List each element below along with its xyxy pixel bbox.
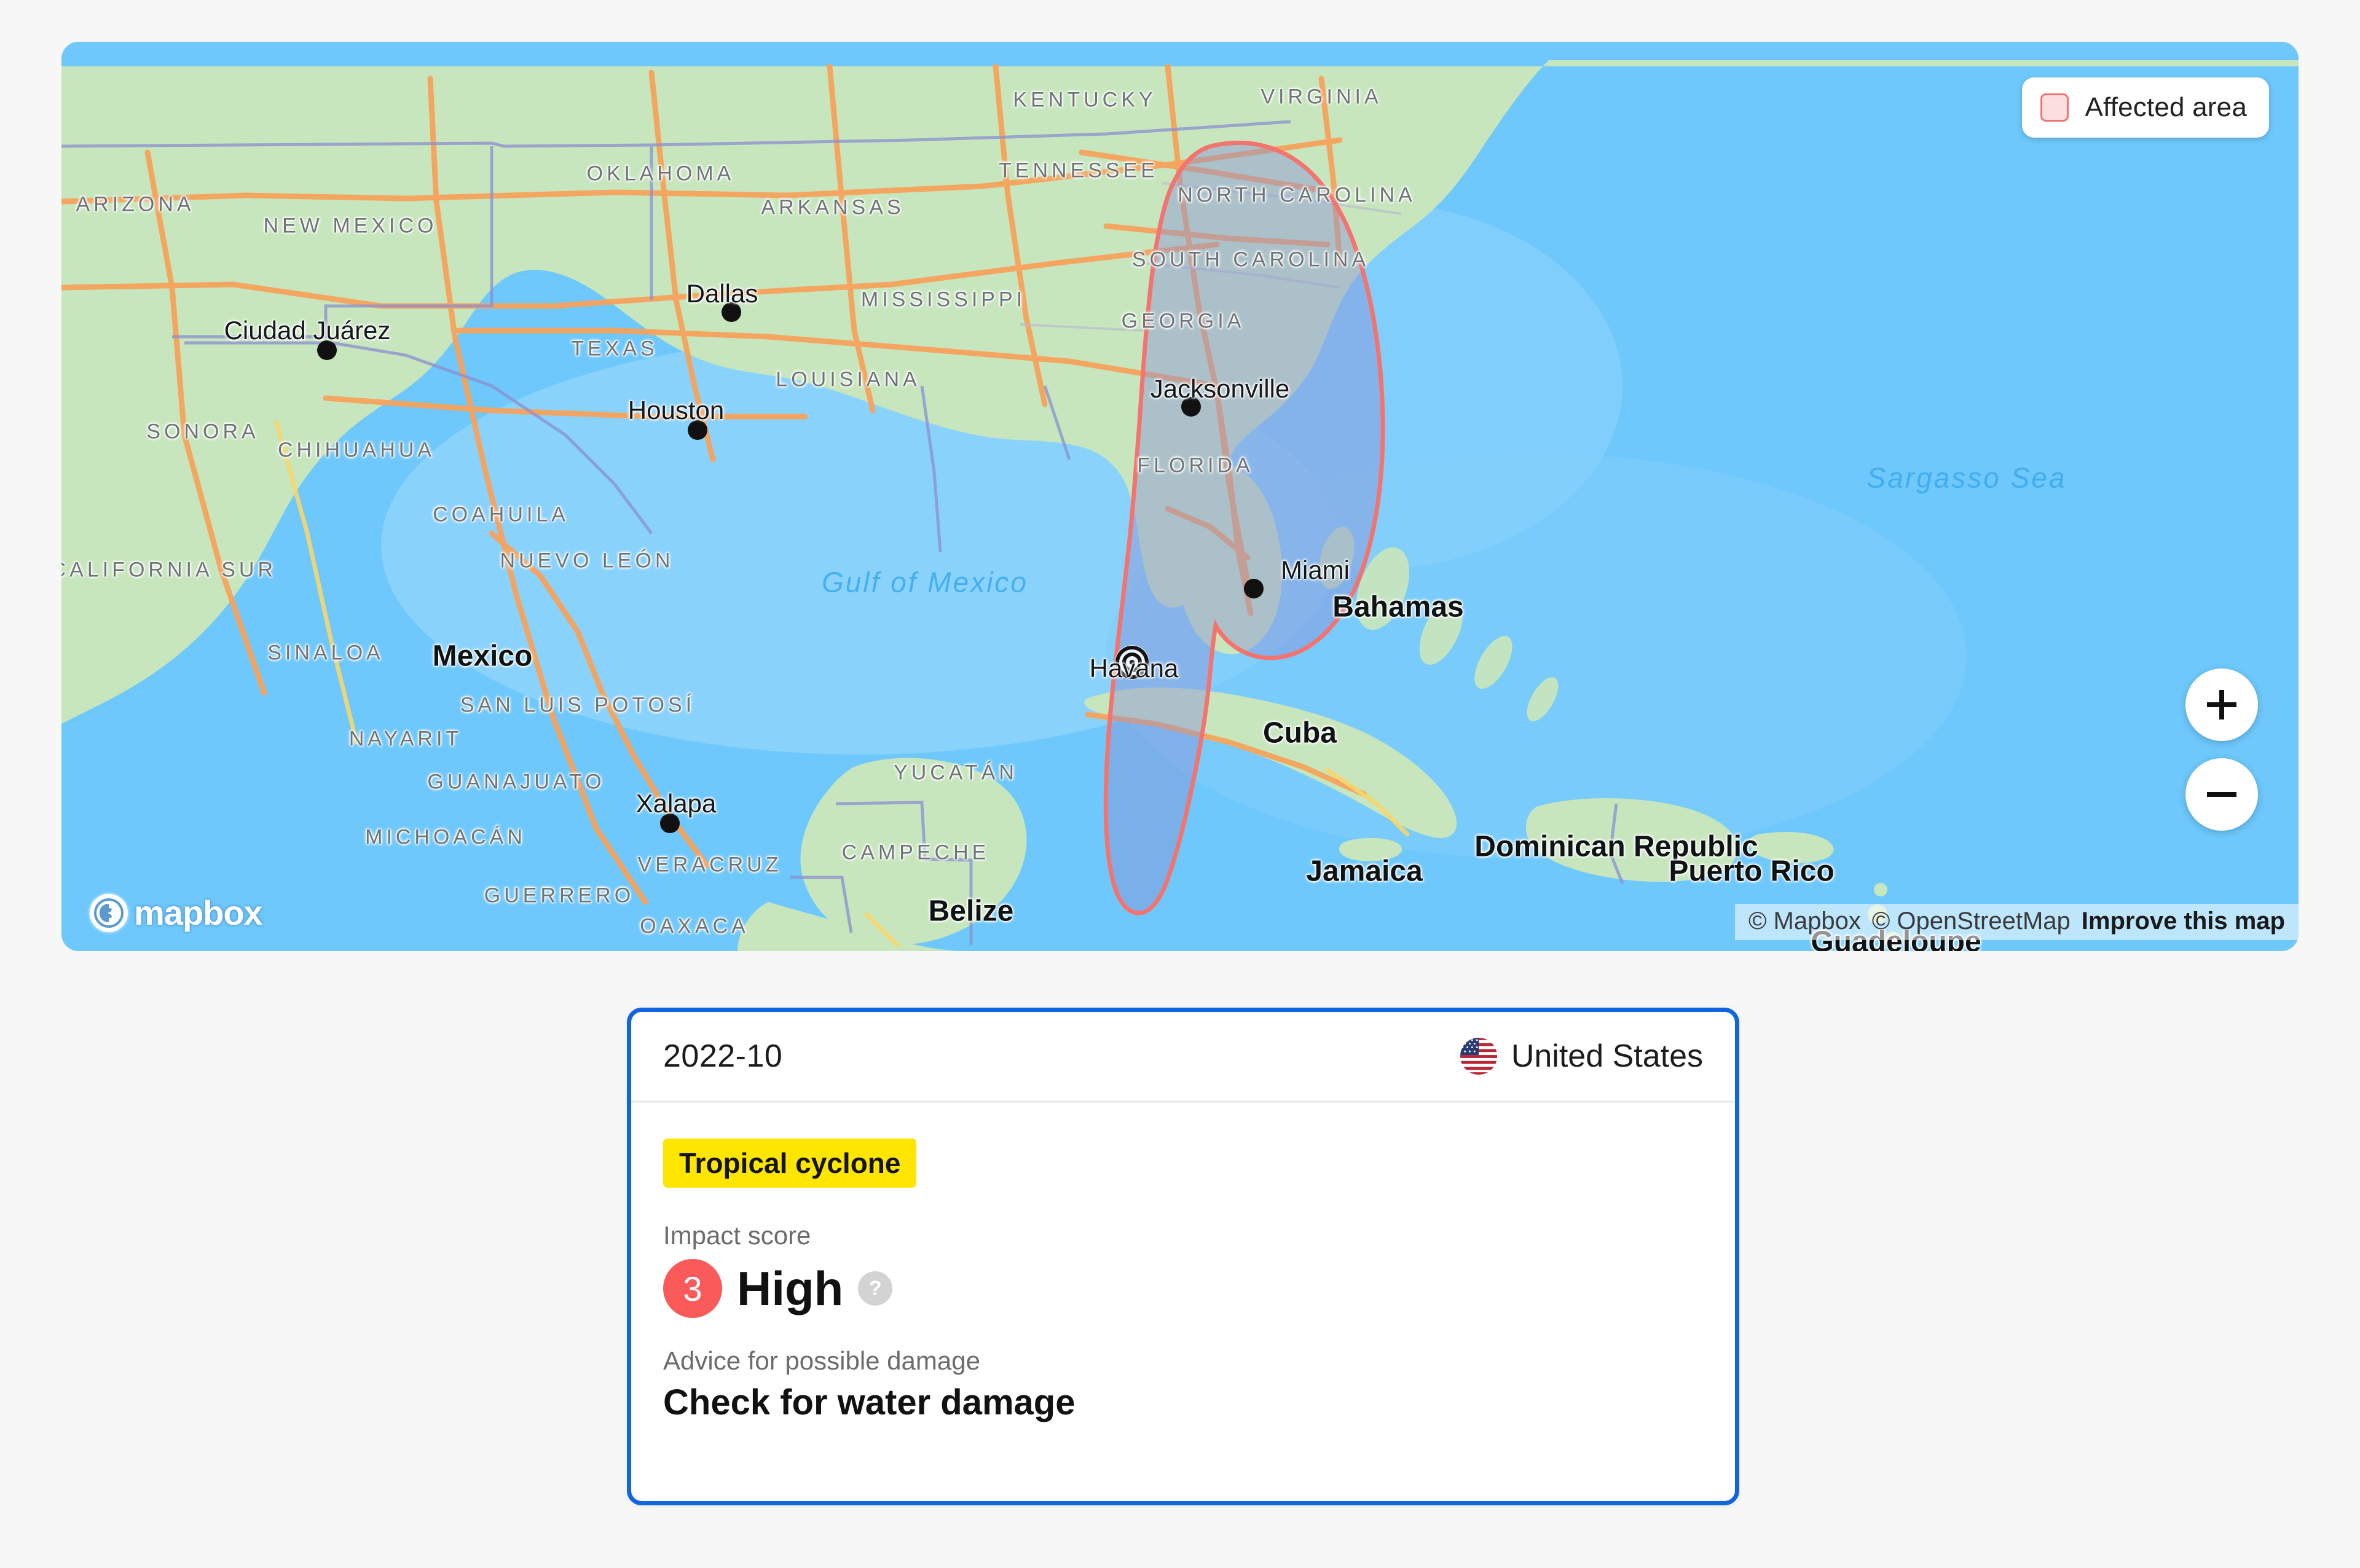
map-zoom-controls[interactable]	[2185, 668, 2258, 831]
impact-score-row: 3 High ?	[663, 1259, 1703, 1319]
zoom-out-button[interactable]	[2185, 758, 2258, 831]
advice-value: Check for water damage	[663, 1382, 1076, 1423]
mapbox-logo[interactable]: mapbox	[90, 893, 263, 933]
advice-label: Advice for possible damage	[663, 1346, 980, 1376]
event-date: 2022-10	[663, 1038, 783, 1074]
mapbox-wordmark: mapbox	[134, 893, 263, 932]
attrib-mapbox[interactable]: © Mapbox	[1748, 907, 1861, 935]
country-badge: United States	[1460, 1037, 1703, 1075]
map-legend: Affected area	[2022, 77, 2269, 138]
country-name: United States	[1511, 1038, 1703, 1074]
event-type-tag: Tropical cyclone	[663, 1139, 917, 1188]
attrib-improve-link[interactable]: Improve this map	[2082, 907, 2285, 935]
app-root: ARIZONA NEW MEXICO OKLAHOMA KENTUCKY VIRGINI…	[0, 0, 2360, 1568]
plus-icon	[2207, 690, 2236, 719]
minus-icon	[2207, 792, 2236, 797]
impact-score-label: Impact score	[663, 1221, 811, 1250]
affected-area-swatch-icon	[2040, 93, 2069, 122]
impact-score-badge: 3	[663, 1259, 722, 1319]
map-canvas[interactable]	[61, 42, 2299, 951]
map-attribution[interactable]: © Mapbox © OpenStreetMap Improve this ma…	[1734, 904, 2299, 940]
mapbox-mark-icon	[90, 893, 128, 932]
event-info-card: 2022-10 United States Tropical cyclone I…	[627, 1008, 1739, 1505]
attrib-osm[interactable]: © OpenStreetMap	[1872, 907, 2071, 935]
card-header: 2022-10 United States	[631, 1012, 1735, 1103]
cyclone-marker-icon[interactable]	[1115, 645, 1149, 680]
help-icon[interactable]: ?	[858, 1271, 893, 1306]
map-container[interactable]: ARIZONA NEW MEXICO OKLAHOMA KENTUCKY VIRGINI…	[61, 42, 2299, 951]
us-flag-icon	[1460, 1037, 1497, 1075]
legend-label: Affected area	[2085, 92, 2247, 122]
card-body: Tropical cyclone Impact score 3 High ? A…	[631, 1103, 1735, 1423]
impact-score-text: High	[737, 1261, 844, 1316]
zoom-in-button[interactable]	[2185, 668, 2258, 741]
